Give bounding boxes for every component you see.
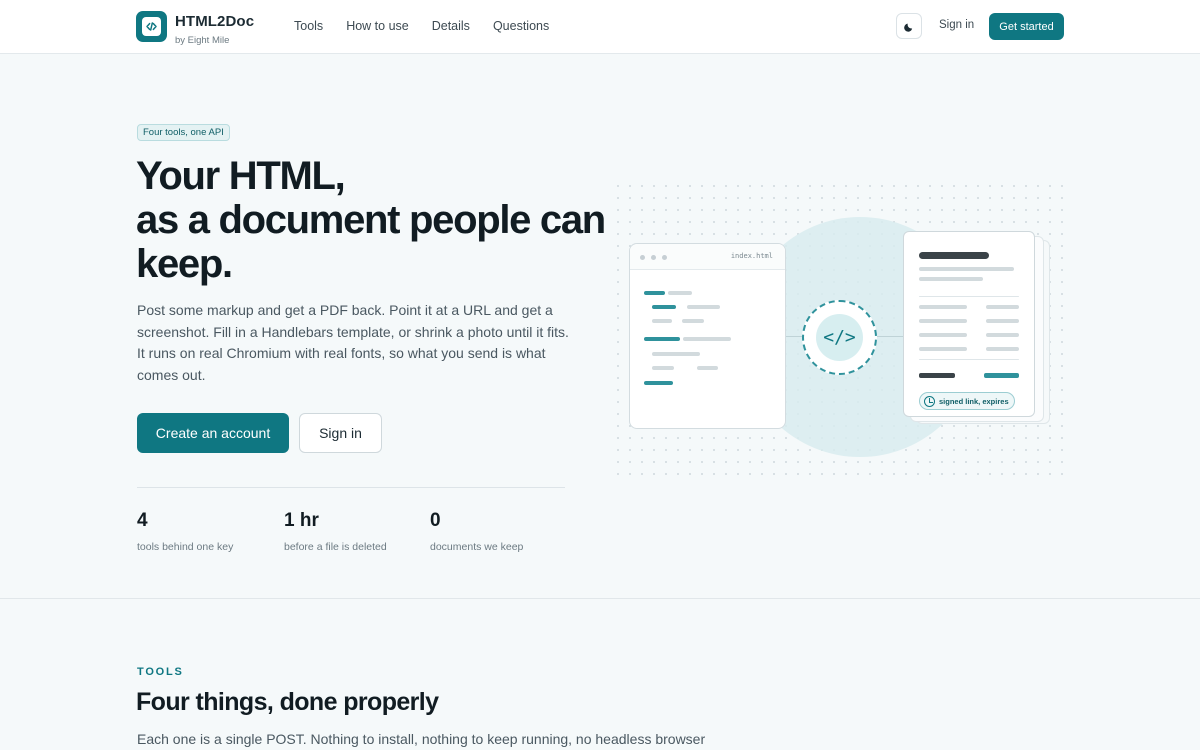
connector-line	[877, 336, 903, 337]
signed-link-label: signed link, expires	[939, 396, 1009, 406]
brand-name[interactable]: HTML2Doc	[175, 13, 254, 30]
stat-value: 0	[430, 510, 441, 531]
code-line	[644, 291, 665, 295]
stat-label: documents we keep	[430, 541, 524, 553]
connector-line	[786, 336, 802, 337]
tools-description: Each one is a single POST. Nothing to in…	[137, 731, 706, 747]
code-line	[687, 305, 720, 309]
window-dot	[662, 255, 667, 260]
code-line	[652, 352, 700, 356]
tools-title: Four things, done properly	[136, 688, 439, 716]
code-line	[697, 366, 718, 370]
header-sign-in-link[interactable]: Sign in	[939, 19, 974, 31]
theme-toggle-button[interactable]	[896, 13, 922, 39]
main-nav: Tools How to use Details Questions	[294, 19, 549, 33]
top-navbar: HTML2Doc by Eight Mile Tools How to use …	[0, 0, 1200, 54]
code-line	[644, 381, 673, 385]
hero-title-line-2: as a document people can	[136, 198, 606, 242]
signed-link-chip: signed link, expires	[919, 392, 1015, 410]
logo-icon[interactable]	[136, 11, 167, 42]
nav-tools[interactable]: Tools	[294, 19, 323, 33]
nav-how-to-use[interactable]: How to use	[346, 19, 409, 33]
stats-divider	[137, 487, 565, 488]
stat-value: 4	[137, 510, 148, 531]
code-icon: </>	[816, 314, 863, 361]
doc-table-cell	[986, 347, 1019, 351]
doc-total-value	[984, 373, 1019, 378]
doc-table-cell	[919, 333, 967, 337]
nav-details[interactable]: Details	[432, 19, 470, 33]
doc-divider	[919, 296, 1019, 297]
doc-table-cell	[919, 319, 967, 323]
doc-divider	[919, 359, 1019, 360]
hero-badge: Four tools, one API	[137, 124, 230, 141]
brand-subtitle: by Eight Mile	[175, 35, 230, 46]
stat-retention: 1 hr before a file is deleted	[284, 510, 387, 553]
hero-description: Post some markup and get a PDF back. Poi…	[137, 302, 569, 384]
window-dot	[651, 255, 656, 260]
tools-eyebrow: TOOLS	[137, 666, 184, 678]
code-editor-window: index.html	[629, 243, 786, 429]
editor-file-name: index.html	[730, 252, 773, 260]
doc-text-line	[919, 277, 983, 281]
convert-badge: </>	[802, 300, 877, 375]
doc-table-cell	[986, 319, 1019, 323]
stat-label: before a file is deleted	[284, 541, 387, 553]
code-line	[668, 291, 692, 295]
code-line	[652, 305, 676, 309]
code-line	[652, 366, 674, 370]
doc-table-cell	[919, 305, 967, 309]
window-dot	[640, 255, 645, 260]
get-started-button[interactable]: Get started	[989, 13, 1064, 40]
code-line	[652, 319, 672, 323]
stat-value: 1 hr	[284, 510, 319, 531]
output-document: signed link, expires	[903, 231, 1035, 417]
doc-table-cell	[986, 333, 1019, 337]
code-line	[683, 337, 731, 341]
editor-titlebar: index.html	[630, 244, 785, 270]
doc-total-label	[919, 373, 955, 378]
stat-tools: 4 tools behind one key	[137, 510, 233, 553]
stat-documents: 0 documents we keep	[430, 510, 523, 553]
nav-questions[interactable]: Questions	[493, 19, 549, 33]
clock-icon	[924, 395, 935, 407]
doc-heading-line	[919, 252, 989, 259]
hero-title-line-1: Your HTML,	[136, 154, 346, 198]
hero-illustration: index.html </> signed link, expires	[612, 180, 1064, 475]
doc-text-line	[919, 267, 1014, 271]
stat-label: tools behind one key	[137, 541, 234, 553]
code-line	[682, 319, 704, 323]
hero-title-line-3: keep.	[136, 242, 233, 286]
sign-in-button[interactable]: Sign in	[299, 413, 382, 453]
doc-table-cell	[986, 305, 1019, 309]
code-line	[644, 337, 680, 341]
hero-title: Your HTML, as a document people can keep…	[136, 154, 606, 286]
create-account-button[interactable]: Create an account	[137, 413, 289, 453]
moon-icon	[903, 23, 912, 32]
doc-table-cell	[919, 347, 967, 351]
